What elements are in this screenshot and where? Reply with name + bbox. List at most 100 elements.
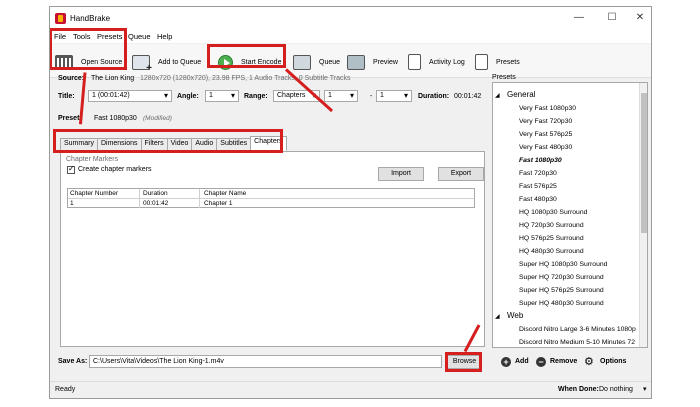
presets-label: Presets bbox=[496, 58, 520, 66]
source-name: The Lion King bbox=[91, 75, 135, 82]
column-chapter-name[interactable]: Chapter Name bbox=[204, 190, 246, 197]
chapter-markers-heading: Chapter Markers bbox=[66, 156, 119, 163]
range-dash: - bbox=[370, 93, 373, 100]
angle-label: Angle: bbox=[177, 93, 199, 100]
column-separator bbox=[139, 189, 140, 208]
preset-item[interactable]: HQ 720p30 Surround bbox=[519, 222, 584, 229]
preset-modified: (Modified) bbox=[143, 115, 172, 122]
range-label: Range: bbox=[244, 93, 268, 100]
title-label: Title: bbox=[58, 93, 75, 100]
column-duration[interactable]: Duration bbox=[143, 190, 168, 197]
queue-button[interactable]: Queue bbox=[293, 52, 340, 72]
presets-panel: ◢ General Very Fast 1080p30 Very Fast 72… bbox=[492, 82, 648, 348]
scrollbar-thumb[interactable] bbox=[641, 93, 647, 233]
collapse-triangle-icon[interactable]: ◢ bbox=[495, 313, 500, 320]
export-button[interactable]: Export bbox=[438, 167, 484, 181]
duration-value: 00:01:42 bbox=[454, 93, 482, 100]
preview-button[interactable]: Preview bbox=[347, 52, 398, 72]
remove-preset-button[interactable]: Remove bbox=[550, 358, 577, 365]
presets-icon bbox=[475, 54, 488, 70]
add-preset-button[interactable]: Add bbox=[515, 358, 529, 365]
presets-scrollbar[interactable] bbox=[639, 83, 647, 347]
preview-icon bbox=[347, 54, 365, 70]
preset-item[interactable]: Fast 576p25 bbox=[519, 183, 557, 190]
table-row-number: 1 bbox=[70, 200, 74, 207]
preset-item-selected[interactable]: Fast 1080p30 bbox=[519, 157, 562, 164]
queue-label: Queue bbox=[319, 58, 341, 66]
activity-log-button[interactable]: Activity Log bbox=[408, 52, 465, 72]
title-dropdown[interactable]: 1 (00:01:42) bbox=[88, 90, 172, 102]
range-start-dropdown[interactable]: 1 bbox=[324, 90, 358, 102]
status-bar: Ready When Done: Do nothing ▾ bbox=[50, 381, 651, 398]
column-chapter-number[interactable]: Chapter Number bbox=[70, 190, 118, 197]
preset-item[interactable]: HQ 576p25 Surround bbox=[519, 235, 584, 242]
chevron-down-icon[interactable]: ▾ bbox=[643, 385, 647, 393]
highlight-open-source bbox=[50, 28, 127, 70]
preset-item[interactable]: Fast 720p30 bbox=[519, 170, 557, 177]
activity-log-label: Activity Log bbox=[429, 58, 465, 66]
highlight-start-encode bbox=[207, 44, 286, 68]
close-button[interactable]: ✕ bbox=[629, 10, 651, 26]
preset-item[interactable]: Very Fast 480p30 bbox=[519, 144, 572, 151]
preset-item[interactable]: Discord Nitro Large 3-6 Minutes 1080p bbox=[519, 326, 636, 333]
chapters-table: Chapter Number Duration Chapter Name 1 0… bbox=[67, 188, 475, 208]
preset-item[interactable]: Very Fast 576p25 bbox=[519, 131, 572, 138]
add-to-queue-label: Add to Queue bbox=[158, 58, 202, 66]
preset-item[interactable]: HQ 1080p30 Surround bbox=[519, 209, 587, 216]
highlight-tabs bbox=[53, 129, 283, 153]
table-row-duration: 00:01:42 bbox=[143, 200, 169, 207]
handbrake-window: HandBrake — ☐ ✕ File Tools Presets Queue… bbox=[49, 6, 652, 399]
preset-item[interactable]: Discord Nitro Medium 5-10 Minutes 72 bbox=[519, 339, 635, 346]
minimize-button[interactable]: — bbox=[568, 10, 590, 26]
add-icon[interactable]: + bbox=[501, 357, 511, 367]
table-row-name[interactable]: Chapter 1 bbox=[204, 200, 233, 207]
preset-group-general[interactable]: General bbox=[507, 90, 535, 99]
status-text: Ready bbox=[55, 386, 76, 393]
highlight-browse bbox=[445, 352, 482, 372]
preset-value[interactable]: Fast 1080p30 bbox=[94, 115, 137, 122]
range-end-dropdown[interactable]: 1 bbox=[376, 90, 412, 102]
menu-help[interactable]: Help bbox=[157, 32, 172, 41]
angle-dropdown[interactable]: 1 bbox=[205, 90, 239, 102]
preset-item[interactable]: Super HQ 480p30 Surround bbox=[519, 300, 604, 307]
when-done-label: When Done: bbox=[558, 386, 599, 393]
toolbar: Open Source Add to Queue Start Encode Qu… bbox=[50, 44, 651, 78]
import-button[interactable]: Import bbox=[378, 167, 424, 181]
create-chapter-markers-label: Create chapter markers bbox=[78, 166, 152, 173]
preset-item[interactable]: Very Fast 720p30 bbox=[519, 118, 572, 125]
create-chapter-markers-checkbox[interactable] bbox=[67, 164, 75, 174]
presets-button[interactable]: Presets bbox=[475, 52, 520, 72]
preset-item[interactable]: Super HQ 720p30 Surround bbox=[519, 274, 604, 281]
gear-icon[interactable]: ⚙ bbox=[584, 355, 594, 368]
duration-label: Duration: bbox=[418, 93, 450, 100]
presets-panel-title: Presets bbox=[492, 74, 516, 81]
maximize-button[interactable]: ☐ bbox=[601, 10, 623, 26]
save-as-input[interactable]: C:\Users\Vita\Videos\The Lion King-1.m4v bbox=[89, 355, 442, 368]
preset-item[interactable]: Fast 480p30 bbox=[519, 196, 557, 203]
preset-options-button[interactable]: Options bbox=[600, 358, 626, 365]
title-bar: HandBrake — ☐ ✕ bbox=[50, 7, 651, 30]
preview-label: Preview bbox=[373, 58, 398, 66]
source-info: 1280x720 (1280x720), 23.98 FPS, 1 Audio … bbox=[140, 75, 351, 82]
when-done-dropdown[interactable]: Do nothing bbox=[599, 386, 633, 393]
source-label: Source: bbox=[58, 75, 85, 82]
collapse-triangle-icon[interactable]: ◢ bbox=[495, 92, 500, 99]
preset-item[interactable]: Very Fast 1080p30 bbox=[519, 105, 576, 112]
activity-log-icon bbox=[408, 54, 421, 70]
remove-icon[interactable]: − bbox=[536, 357, 546, 367]
preset-group-web[interactable]: Web bbox=[507, 311, 523, 320]
menu-queue[interactable]: Queue bbox=[128, 32, 151, 41]
menu-bar: File Tools Presets Queue Help bbox=[50, 30, 651, 43]
preset-item[interactable]: Super HQ 576p25 Surround bbox=[519, 287, 604, 294]
handbrake-logo-icon bbox=[55, 13, 66, 24]
preset-item[interactable]: Super HQ 1080p30 Surround bbox=[519, 261, 607, 268]
chapters-panel: Chapter Markers Create chapter markers I… bbox=[60, 151, 485, 347]
preset-item[interactable]: HQ 480p30 Surround bbox=[519, 248, 584, 255]
chapters-table-header: Chapter Number Duration Chapter Name bbox=[68, 189, 474, 199]
queue-list-icon bbox=[293, 54, 311, 70]
column-separator bbox=[199, 189, 200, 208]
add-to-queue-icon bbox=[132, 54, 152, 74]
save-as-label: Save As: bbox=[58, 358, 88, 365]
window-title: HandBrake bbox=[70, 14, 111, 23]
add-to-queue-button[interactable]: Add to Queue bbox=[132, 52, 202, 74]
